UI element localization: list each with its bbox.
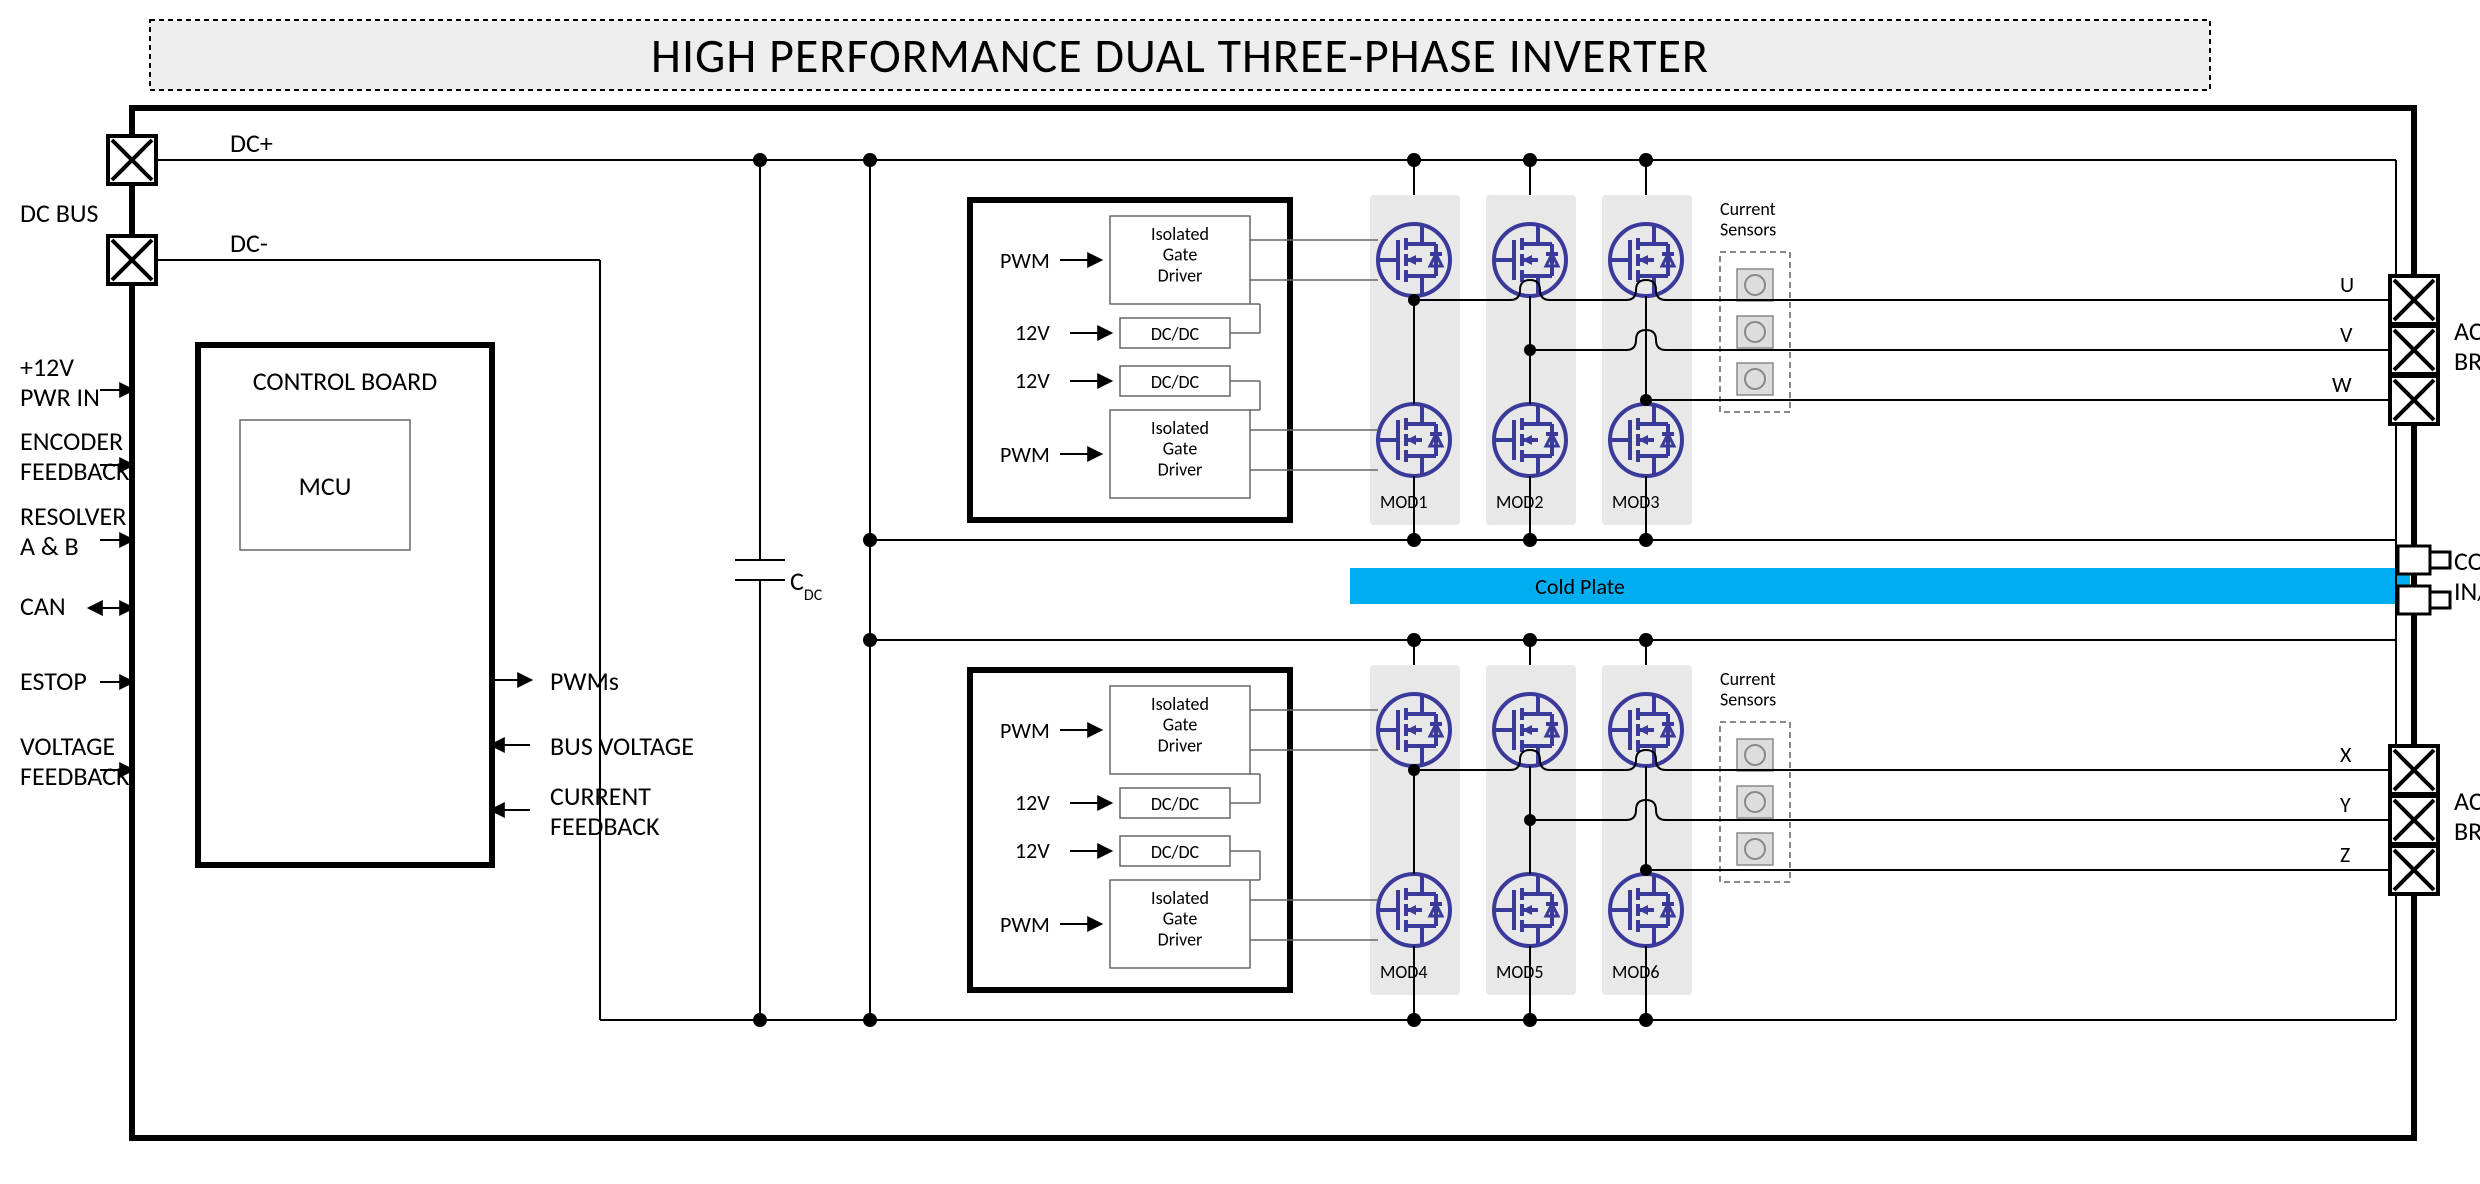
svg-text:W: W — [2332, 371, 2352, 398]
cold-plate — [1350, 568, 2410, 604]
mod1-label: MOD1 — [1380, 491, 1428, 513]
mod5-label: MOD5 — [1496, 961, 1544, 983]
dc-bus-label: DC BUS — [20, 197, 99, 229]
busv-label: BUS VOLTAGE — [550, 730, 694, 762]
svg-text:12V: 12V — [1015, 367, 1050, 394]
terminal-y — [2390, 796, 2438, 844]
svg-text:DC/DC: DC/DC — [1151, 793, 1200, 815]
pwms-label: PWMs — [550, 665, 619, 697]
svg-text:Z: Z — [2340, 841, 2350, 868]
svg-text:X: X — [2340, 741, 2352, 768]
mod6-label: MOD6 — [1612, 961, 1660, 983]
csense1-label: CurrentSensors — [1720, 198, 1776, 241]
mcu-label: MCU — [299, 470, 352, 502]
vfb-label: VOLTAGEFEEDBACK — [20, 730, 130, 792]
svg-text:PWM: PWM — [1000, 911, 1050, 938]
coolant-port-top — [2398, 546, 2450, 574]
terminal-dc-plus — [108, 136, 156, 184]
terminal-w — [2390, 376, 2438, 424]
inverter-diagram: HIGH PERFORMANCE DUAL THREE-PHASE INVERT… — [0, 0, 2480, 1184]
pwr-in-label: +12VPWR IN — [20, 351, 100, 413]
svg-text:PWM: PWM — [1000, 441, 1050, 468]
mod3-label: MOD3 — [1612, 491, 1660, 513]
svg-text:DC/DC: DC/DC — [1151, 841, 1200, 863]
terminal-z — [2390, 846, 2438, 894]
terminal-dc-minus — [108, 236, 156, 284]
terminal-x — [2390, 746, 2438, 794]
svg-text:U: U — [2340, 271, 2354, 298]
can-label: CAN — [20, 590, 66, 622]
coolant-port-bot — [2398, 586, 2450, 614]
svg-text:V: V — [2340, 321, 2353, 348]
node — [753, 153, 767, 167]
svg-text:PWM: PWM — [1000, 247, 1050, 274]
page-title: HIGH PERFORMANCE DUAL THREE-PHASE INVERT… — [651, 26, 1709, 85]
terminal-u — [2390, 276, 2438, 324]
resolver-label: RESOLVERA & B — [20, 500, 126, 562]
svg-text:CurrentSensors: CurrentSensors — [1720, 668, 1776, 711]
encoder-label: ENCODERFEEDBACK — [20, 425, 130, 487]
control-board-title: CONTROL BOARD — [253, 365, 437, 397]
ac-bridge2-label: AC IN/OUTBRIDGE 2 — [2454, 785, 2480, 847]
svg-text:Y: Y — [2340, 791, 2351, 818]
mod4-label: MOD4 — [1380, 961, 1428, 983]
svg-text:12V: 12V — [1015, 789, 1050, 816]
estop-label: ESTOP — [20, 665, 87, 697]
terminal-v — [2390, 326, 2438, 374]
svg-text:PWM: PWM — [1000, 717, 1050, 744]
mod2-label: MOD2 — [1496, 491, 1544, 513]
svg-text:DC/DC: DC/DC — [1151, 371, 1200, 393]
svg-text:12V: 12V — [1015, 319, 1050, 346]
svg-text:12V: 12V — [1015, 837, 1050, 864]
cold-plate-label: Cold Plate — [1535, 573, 1625, 600]
ac-bridge1-label: AC IN/OUTBRIDGE 1 — [2454, 315, 2480, 377]
ifb-label: CURRENTFEEDBACK — [550, 780, 660, 842]
dc-minus-label: DC- — [230, 227, 268, 259]
svg-text:DC/DC: DC/DC — [1151, 323, 1200, 345]
coolant-label: COOLANTIN/OUT — [2454, 545, 2480, 607]
dc-plus-label: DC+ — [230, 127, 273, 159]
